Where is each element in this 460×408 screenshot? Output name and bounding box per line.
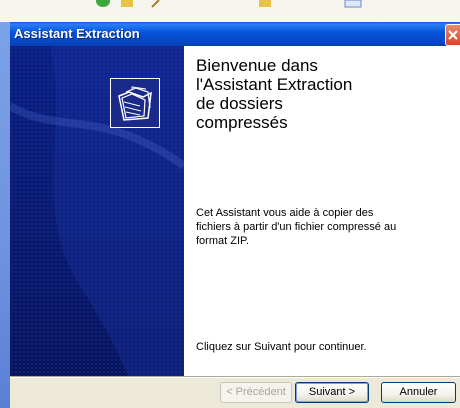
- views-icon: [344, 0, 362, 8]
- compressed-folder-icon: [110, 78, 160, 128]
- folder-icon: [121, 0, 133, 7]
- green-arrow-icon: [96, 0, 110, 7]
- wizard-description: Cet Assistant vous aide à copier des fic…: [196, 207, 397, 247]
- continue-hint: Cliquez sur Suivant pour continuer.: [196, 341, 367, 353]
- folder-icon: [259, 0, 271, 7]
- pencil-icon: [151, 0, 160, 8]
- wizard-content: Bienvenue dans l'Assistant Extraction de…: [196, 46, 454, 376]
- background-sidebar: [0, 22, 10, 408]
- back-button[interactable]: < Précédent: [220, 382, 292, 403]
- title-bar[interactable]: Assistant Extraction: [10, 22, 460, 46]
- button-separator: [10, 376, 460, 378]
- wizard-body: Bienvenue dans l'Assistant Extraction de…: [10, 46, 460, 376]
- wizard-banner: [10, 46, 184, 376]
- cancel-button[interactable]: Annuler: [381, 382, 456, 403]
- background-window-toolbar: [0, 0, 460, 22]
- next-button[interactable]: Suivant >: [295, 382, 369, 403]
- welcome-heading: Bienvenue dans l'Assistant Extraction de…: [196, 56, 353, 132]
- extraction-wizard-window: Assistant Extraction Bienvenue dans l'As…: [10, 22, 460, 408]
- close-icon: [448, 30, 458, 40]
- close-button[interactable]: [445, 24, 460, 46]
- window-title: Assistant Extraction: [14, 26, 140, 41]
